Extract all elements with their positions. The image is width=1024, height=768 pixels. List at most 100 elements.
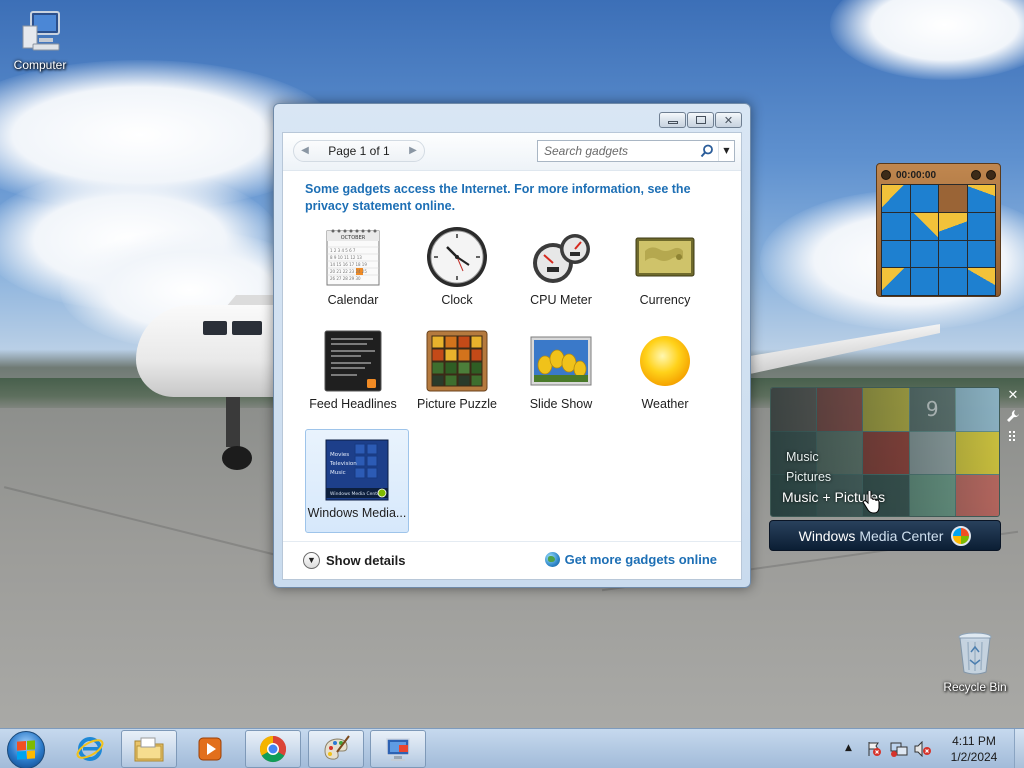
- clock-date: 1/2/2024: [950, 750, 998, 764]
- taskbar-media-player[interactable]: [182, 730, 238, 768]
- desktop-icon-computer[interactable]: Computer: [2, 8, 78, 72]
- search-input[interactable]: [544, 142, 694, 160]
- windows-logo-icon: [17, 740, 35, 760]
- gadget-tile-feed-headlines[interactable]: Feed Headlines: [301, 321, 405, 425]
- puzzle-help-icon[interactable]: [971, 170, 981, 180]
- puzzle-tile[interactable]: [882, 185, 910, 212]
- close-gadget-icon[interactable]: ✕: [1005, 388, 1021, 404]
- maximize-icon: [695, 116, 706, 124]
- gadget-tile-clock[interactable]: Clock: [405, 217, 509, 321]
- hand-cursor-icon: [862, 491, 880, 514]
- action-center-icon[interactable]: [866, 741, 882, 757]
- puzzle-tile[interactable]: [882, 268, 910, 295]
- picture-puzzle-gadget[interactable]: 00:00:00: [876, 163, 1001, 297]
- show-details-button[interactable]: ▼ Show details: [303, 552, 405, 569]
- puzzle-tile[interactable]: [967, 268, 995, 295]
- maximize-button[interactable]: [687, 112, 714, 128]
- svg-text:Movies: Movies: [330, 452, 349, 458]
- weather-icon: [633, 329, 697, 393]
- svg-text:1 2 3 4 5 6 7: 1 2 3 4 5 6 7: [330, 248, 356, 253]
- gadget-tile-weather[interactable]: Weather: [613, 321, 717, 425]
- svg-text:Television: Television: [329, 461, 357, 467]
- gadget-label: Picture Puzzle: [417, 397, 497, 411]
- remote-desktop-icon: [386, 738, 410, 761]
- show-details-label: Show details: [326, 553, 406, 568]
- gallery-toolbar: ◀ Page 1 of 1 ▶ ▼: [283, 133, 741, 171]
- puzzle-tile[interactable]: [967, 240, 995, 268]
- taskbar-paint[interactable]: [308, 730, 364, 768]
- desktop-icon-label: Computer: [13, 58, 67, 72]
- puzzle-header: 00:00:00: [881, 168, 996, 182]
- puzzle-tile[interactable]: [882, 240, 910, 268]
- taskbar-remote-desktop[interactable]: [370, 730, 426, 768]
- gadget-tile-calendar[interactable]: OCTOBER 1 2 3 4 5 6 7 8 9 10 11 12 13 14 1…: [301, 217, 405, 321]
- show-desktop-button[interactable]: [1014, 729, 1024, 768]
- media-player-icon: [198, 737, 222, 761]
- minimize-button[interactable]: [659, 112, 686, 128]
- puzzle-tile[interactable]: [939, 240, 967, 268]
- show-hidden-icons-button[interactable]: ▲: [845, 743, 855, 753]
- minimize-icon: [667, 120, 678, 124]
- puzzle-tile[interactable]: [910, 240, 938, 268]
- taskbar-chrome[interactable]: [245, 730, 301, 768]
- media-center-launch-bar[interactable]: Windows Media Center: [769, 520, 1001, 551]
- desktop-icon-recycle-bin[interactable]: Recycle Bin: [937, 630, 1013, 694]
- puzzle-tile[interactable]: [967, 185, 995, 212]
- get-more-gadgets-label: Get more gadgets online: [564, 552, 717, 567]
- gallery-footer: ▼ Show details Get more gadgets online: [283, 541, 741, 579]
- puzzle-tile[interactable]: [910, 185, 938, 212]
- gallery-content: ◀ Page 1 of 1 ▶ ▼ Some gadgets access th…: [282, 132, 742, 580]
- volume-muted-icon[interactable]: [914, 740, 932, 758]
- folder-icon: [134, 737, 164, 762]
- puzzle-tile[interactable]: [910, 212, 938, 240]
- drag-handle-icon[interactable]: [1005, 430, 1021, 446]
- system-clock[interactable]: 4:11 PM 1/2/2024: [936, 733, 1012, 765]
- gadget-tile-windows-media-center[interactable]: Movies Television Music Windows Media Ce…: [305, 429, 409, 533]
- gadget-tile-cpu-meter[interactable]: CPU Meter: [509, 217, 613, 321]
- taskbar-internet-explorer[interactable]: [62, 730, 118, 768]
- start-button[interactable]: [7, 731, 45, 768]
- get-more-gadgets-link[interactable]: Get more gadgets online: [544, 552, 717, 567]
- gadget-label: Slide Show: [529, 397, 593, 411]
- puzzle-tile[interactable]: [910, 268, 938, 295]
- wmc-menu-pictures[interactable]: Pictures: [786, 470, 831, 484]
- gadget-label: Clock: [441, 293, 473, 307]
- next-page-icon[interactable]: ▶: [406, 144, 420, 158]
- puzzle-solve-icon[interactable]: [986, 170, 996, 180]
- previous-page-icon[interactable]: ◀: [298, 144, 312, 158]
- cloud: [830, 0, 1024, 80]
- jet-landing-gear: [226, 397, 240, 447]
- puzzle-tile[interactable]: [939, 212, 967, 240]
- gadget-tile-currency[interactable]: Currency: [613, 217, 717, 321]
- clock-time: 4:11 PM: [952, 734, 996, 748]
- svg-text:8 9 10 11 12 13: 8 9 10 11 12 13: [330, 255, 362, 260]
- close-button[interactable]: ✕: [715, 112, 742, 128]
- chevron-down-icon: ▼: [303, 552, 320, 569]
- svg-text:OCTOBER: OCTOBER: [341, 235, 366, 241]
- puzzle-tile[interactable]: [882, 212, 910, 240]
- media-center-gadget[interactable]: 9 Music Pictures Music + Pictures: [770, 387, 1000, 517]
- puzzle-tile[interactable]: [967, 212, 995, 240]
- wmc-menu-music[interactable]: Music: [786, 450, 819, 464]
- currency-icon: [633, 225, 697, 289]
- paint-icon: [324, 735, 350, 760]
- svg-text:14 15 16 17 18 19: 14 15 16 17 18 19: [330, 262, 367, 267]
- puzzle-back-icon[interactable]: [881, 170, 891, 180]
- gadget-tile-picture-puzzle[interactable]: Picture Puzzle: [405, 321, 509, 425]
- jet-cockpit-window: [203, 321, 227, 335]
- network-icon[interactable]: [890, 741, 908, 757]
- wrench-icon[interactable]: [1005, 409, 1021, 425]
- search-dropdown-icon[interactable]: ▼: [718, 141, 734, 161]
- privacy-notice[interactable]: Some gadgets access the Internet. For mo…: [305, 181, 725, 215]
- search-box: ▼: [537, 140, 735, 162]
- taskbar-windows-explorer[interactable]: [121, 730, 177, 768]
- desktop-icon-label: Recycle Bin: [943, 680, 1007, 694]
- tarmac-line: [3, 486, 277, 556]
- picture-puzzle-icon: [425, 329, 489, 393]
- gadget-label: Calendar: [327, 293, 379, 307]
- gadget-tile-slide-show[interactable]: Slide Show: [509, 321, 613, 425]
- puzzle-tile[interactable]: [939, 268, 967, 295]
- search-icon[interactable]: [700, 144, 714, 158]
- windows-media-center-icon: Movies Television Music Windows Media Ce…: [325, 438, 389, 502]
- clock-icon: [425, 225, 489, 289]
